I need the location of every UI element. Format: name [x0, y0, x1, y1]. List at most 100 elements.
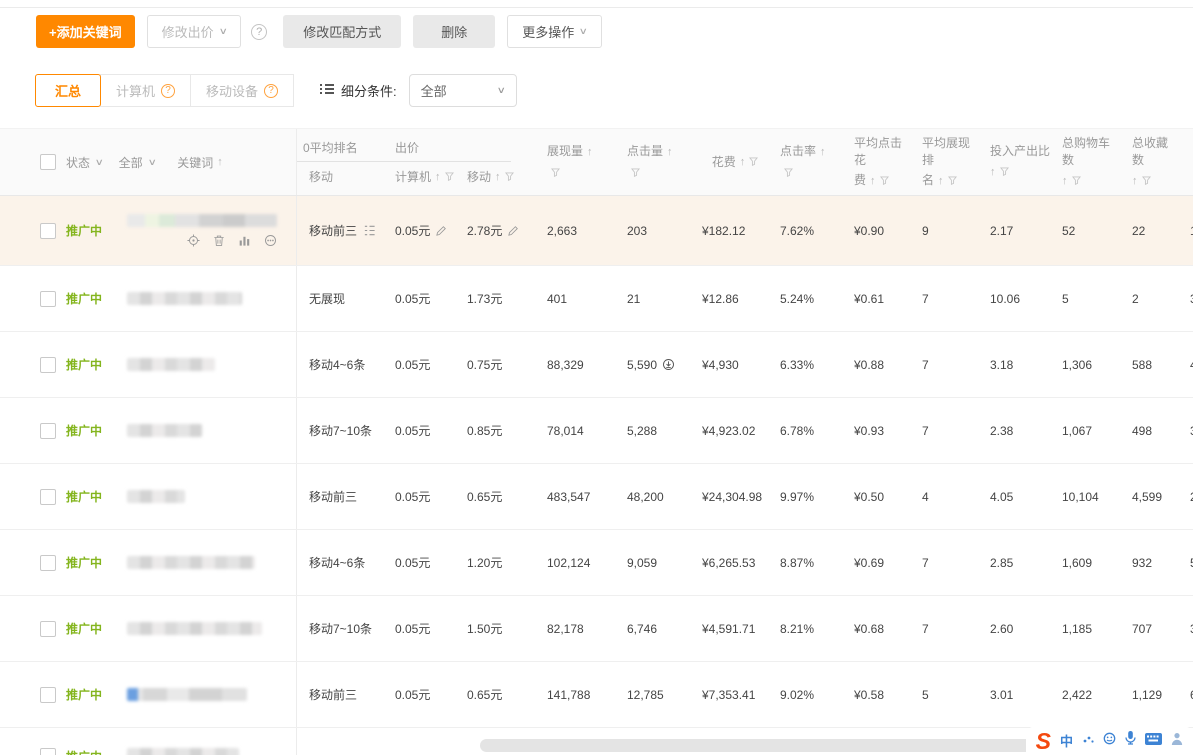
rank-cell: 移动4~6条 — [297, 332, 383, 397]
sort-asc-icon[interactable]: ↑ — [217, 156, 223, 168]
keyword-cell[interactable] — [127, 490, 185, 503]
row-checkbox[interactable] — [40, 748, 56, 755]
sort-asc-icon[interactable]: ↑ — [1062, 175, 1068, 187]
total-fav-label: 总收藏数 — [1132, 135, 1178, 169]
sort-asc-icon[interactable]: ↑ — [938, 175, 944, 187]
filter-icon[interactable] — [445, 170, 454, 184]
row-checkbox[interactable] — [40, 357, 56, 373]
row-checkbox[interactable] — [40, 223, 56, 239]
keyword-cell[interactable] — [127, 292, 242, 305]
row-checkbox[interactable] — [40, 621, 56, 637]
sort-asc-icon[interactable]: ↑ — [495, 171, 501, 183]
clicks-cell: 5,590 — [615, 332, 690, 397]
sogou-logo[interactable]: S — [1036, 732, 1051, 750]
tabs-row: 汇总 计算机? 移动设备? 细分条件: 全部 ∨ — [36, 74, 517, 107]
filter-icon[interactable] — [1000, 164, 1009, 181]
total-fav-cell: 707 — [1120, 596, 1178, 661]
sort-asc-icon[interactable]: ↑ — [587, 146, 593, 158]
chevron-down-icon[interactable]: ∨ — [95, 157, 104, 168]
bid-pc-cell: 0.05元 — [383, 596, 455, 661]
filter-icon[interactable] — [505, 170, 514, 184]
keyboard-icon[interactable] — [1145, 732, 1162, 750]
keyword-cell[interactable] — [127, 424, 202, 437]
download-circle-icon[interactable] — [662, 358, 675, 371]
sort-asc-icon[interactable]: ↑ — [870, 175, 876, 187]
tab-mobile[interactable]: 移动设备? — [190, 74, 294, 107]
bid-column-group: 出价 计算机↑ 移动↑ — [383, 129, 535, 195]
sort-asc-icon[interactable]: ↑ — [1132, 175, 1138, 187]
rank-detail-icon[interactable] — [363, 224, 376, 237]
keyword-redacted — [127, 622, 262, 635]
filter-icon[interactable] — [1072, 173, 1081, 190]
row-checkbox[interactable] — [40, 555, 56, 571]
rank-cell: 移动4~6条 — [297, 530, 383, 595]
avg-show-rank-cell: 4 — [910, 464, 978, 529]
clipped-cell: 6 — [1178, 662, 1193, 727]
modify-bid-button[interactable]: 修改出价∨ — [147, 15, 242, 48]
sort-asc-icon[interactable]: ↑ — [820, 146, 826, 158]
avg-click-cost-cell: ¥0.69 — [842, 530, 910, 595]
chevron-down-icon: ∨ — [579, 26, 588, 37]
filter-icon[interactable] — [784, 165, 793, 182]
edit-pencil-icon[interactable] — [435, 225, 447, 237]
scope-column-header[interactable]: 全部 — [119, 154, 143, 171]
segment-filter-select[interactable]: 全部 ∨ — [409, 74, 517, 107]
filter-icon[interactable] — [948, 173, 957, 190]
sort-asc-icon[interactable]: ↑ — [990, 166, 996, 178]
locate-icon[interactable] — [187, 234, 200, 247]
row-fixed-cell: 推广中 — [0, 596, 297, 661]
keyword-column-header[interactable]: 关键词 — [177, 154, 213, 171]
modify-match-button[interactable]: 修改匹配方式 — [283, 15, 401, 48]
avg-rank-column-group: 0平均排名 移动 — [297, 129, 383, 195]
dots-icon[interactable] — [1082, 732, 1094, 750]
clicks-label: 点击量 — [627, 144, 663, 158]
row-checkbox[interactable] — [40, 489, 56, 505]
emoji-icon[interactable] — [1103, 732, 1116, 750]
help-icon[interactable]: ? — [251, 24, 267, 40]
trash-icon[interactable] — [213, 234, 225, 247]
row-checkbox[interactable] — [40, 423, 56, 439]
cost-column-header: 花费↑ — [690, 129, 768, 195]
sort-asc-icon[interactable]: ↑ — [435, 171, 441, 183]
bid-pc-cell — [383, 728, 455, 755]
row-checkbox[interactable] — [40, 291, 56, 307]
keyword-cell[interactable] — [127, 556, 255, 569]
bar-chart-icon[interactable] — [238, 234, 251, 247]
filter-icon[interactable] — [631, 165, 640, 182]
chevron-down-icon[interactable]: ∨ — [147, 157, 156, 168]
keyword-cell[interactable] — [127, 622, 262, 635]
tab-summary[interactable]: 汇总 — [35, 74, 101, 107]
status-column-header[interactable]: 状态 — [66, 154, 90, 171]
delete-button[interactable]: 删除 — [413, 15, 495, 48]
keyword-cell[interactable] — [127, 214, 277, 247]
tab-computer[interactable]: 计算机? — [100, 74, 191, 107]
add-keyword-button[interactable]: +添加关键词 — [36, 15, 135, 48]
keyword-cell[interactable] — [127, 748, 239, 755]
sort-asc-icon[interactable]: ↑ — [740, 154, 746, 171]
more-actions-label: 更多操作 — [522, 22, 574, 41]
roi-cell: 3.01 — [978, 662, 1050, 727]
filter-icon[interactable] — [551, 165, 560, 182]
microphone-icon[interactable] — [1125, 731, 1136, 750]
row-checkbox[interactable] — [40, 687, 56, 703]
user-icon[interactable] — [1171, 732, 1183, 750]
help-icon[interactable]: ? — [264, 84, 278, 98]
segment-filter-label: 细分条件: — [341, 81, 397, 100]
chinese-mode-icon[interactable]: 中 — [1060, 731, 1073, 750]
filter-icon[interactable] — [1142, 173, 1151, 190]
keyword-cell[interactable] — [127, 688, 247, 701]
select-all-checkbox[interactable] — [40, 154, 56, 170]
keyword-redacted — [127, 490, 185, 503]
help-icon[interactable]: ? — [161, 84, 175, 98]
more-actions-button[interactable]: 更多操作 ∨ — [507, 15, 602, 48]
toolbar: +添加关键词 修改出价∨ ? 修改匹配方式 删除 更多操作 ∨ — [36, 15, 602, 48]
more-icon[interactable] — [264, 234, 277, 247]
avg-click-cost-cell: ¥0.88 — [842, 332, 910, 397]
status-badge: 推广中 — [66, 554, 114, 571]
keyword-cell[interactable] — [127, 358, 215, 371]
sort-asc-icon[interactable]: ↑ — [667, 146, 673, 158]
tab-mobile-label: 移动设备 — [206, 81, 258, 100]
filter-icon[interactable] — [749, 154, 758, 171]
edit-pencil-icon[interactable] — [507, 225, 519, 237]
filter-icon[interactable] — [880, 173, 889, 190]
